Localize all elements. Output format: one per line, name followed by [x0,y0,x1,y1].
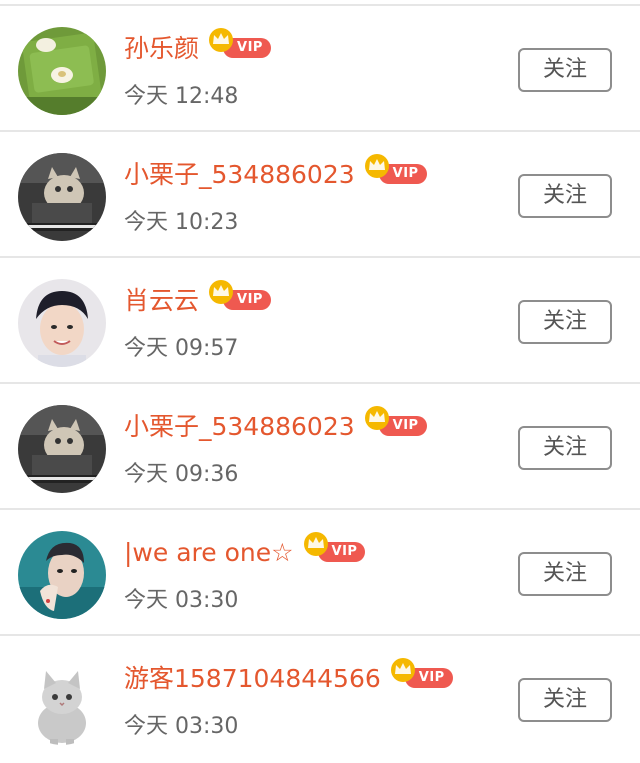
list-item[interactable]: |we are one☆ VIP 今天 03:30 关注 [0,510,640,636]
timestamp: 今天 10:23 [124,210,239,235]
timestamp: 今天 09:57 [124,336,239,361]
timestamp: 今天 03:30 [124,714,239,739]
crown-icon [390,658,415,682]
timestamp: 今天 03:30 [124,588,239,613]
avatar[interactable] [18,405,106,493]
avatar[interactable] [18,279,106,367]
avatar[interactable] [18,153,106,241]
avatar[interactable] [18,27,106,115]
user-name[interactable]: 小栗子_534886023 VIP [124,406,427,442]
vip-badge: VIP [364,406,427,436]
follow-button[interactable]: 关注 [518,300,612,344]
user-name[interactable]: |we are one☆ VIP [124,532,366,568]
vip-badge: VIP [209,280,271,310]
follow-button[interactable]: 关注 [518,552,612,596]
user-name-text: 游客1587104844566 [124,664,381,693]
crown-icon [209,280,234,304]
follower-list: 孙乐颜 VIP 今天 12:48 关注 小栗子_534886023 VIP 今天 1… [0,0,640,763]
follow-button[interactable]: 关注 [518,48,612,92]
vip-badge: VIP [209,28,271,58]
list-item[interactable]: 肖云云 VIP 今天 09:57 关注 [0,258,640,384]
vip-badge: VIP [390,658,453,688]
crown-icon [209,28,234,52]
list-item[interactable]: 小栗子_534886023 VIP 今天 10:23 关注 [0,132,640,258]
list-item[interactable]: 孙乐颜 VIP 今天 12:48 关注 [0,6,640,132]
user-name-text: 小栗子_534886023 [124,160,355,189]
user-name[interactable]: 孙乐颜 VIP [124,28,271,64]
avatar[interactable] [18,657,106,745]
list-item[interactable]: 小栗子_534886023 VIP 今天 09:36 关注 [0,384,640,510]
crown-icon [364,154,389,178]
vip-badge: VIP [303,532,366,562]
user-name[interactable]: 游客1587104844566 VIP [124,658,453,694]
timestamp: 今天 09:36 [124,462,239,487]
crown-icon [364,406,389,430]
user-name-text: |we are one☆ [124,538,294,567]
user-name-text: 孙乐颜 [124,34,200,63]
follow-button[interactable]: 关注 [518,426,612,470]
user-name-text: 肖云云 [124,286,200,315]
timestamp: 今天 12:48 [124,84,239,109]
user-name[interactable]: 肖云云 VIP [124,280,271,316]
follow-button[interactable]: 关注 [518,174,612,218]
follow-button[interactable]: 关注 [518,678,612,722]
user-name-text: 小栗子_534886023 [124,412,355,441]
crown-icon [303,532,328,556]
list-item[interactable]: 游客1587104844566 VIP 今天 03:30 关注 [0,636,640,762]
avatar[interactable] [18,531,106,619]
vip-badge: VIP [364,154,427,184]
user-name[interactable]: 小栗子_534886023 VIP [124,154,427,190]
